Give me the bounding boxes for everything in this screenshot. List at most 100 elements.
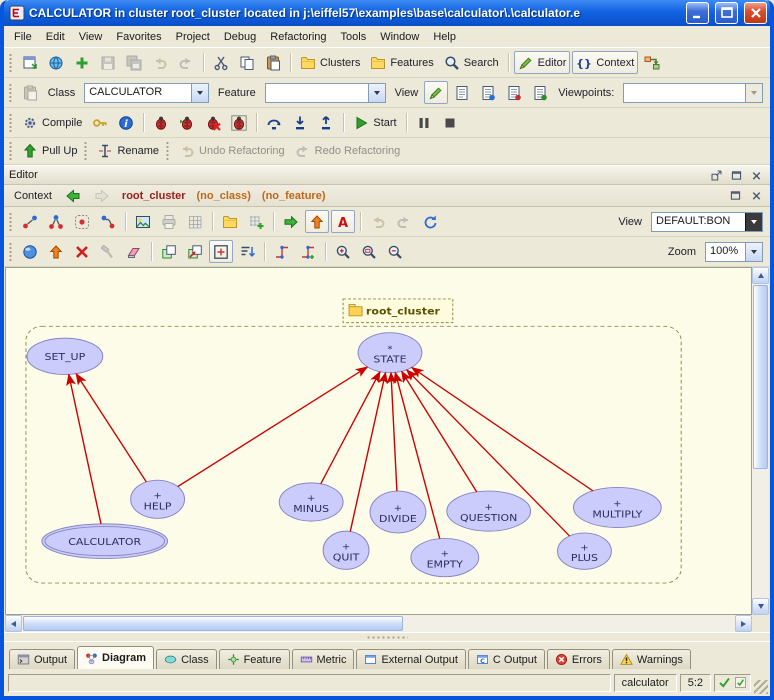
close-button[interactable] (744, 2, 767, 24)
horizontal-scroll-track[interactable] (22, 615, 735, 632)
class-node-empty[interactable]: +EMPTY (411, 538, 479, 576)
scroll-left-button[interactable] (5, 615, 22, 632)
scroll-down-button[interactable] (752, 598, 769, 615)
debug-run-button[interactable] (149, 111, 173, 134)
new-window-button[interactable] (18, 51, 42, 74)
inheritance-link-divide-to-state[interactable] (391, 373, 397, 491)
diagram-view-combo[interactable]: DEFAULT:BON (651, 212, 763, 232)
toolbar-grip[interactable] (8, 243, 13, 261)
tab-warnings[interactable]: Warnings (612, 649, 691, 669)
inheritance-link-minus-to-state[interactable] (321, 372, 380, 484)
menu-project[interactable]: Project (169, 29, 217, 45)
menu-edit[interactable]: Edit (39, 29, 72, 45)
zoom-combo-dropdown-button[interactable] (745, 243, 762, 261)
class-combo-dropdown-button[interactable] (191, 84, 208, 102)
tab-output[interactable]: Output (9, 649, 75, 669)
zoom-combo[interactable]: 100% (705, 242, 763, 262)
pause-button[interactable] (412, 111, 436, 134)
close-context-button[interactable] (747, 187, 765, 204)
class-node-quit[interactable]: +QUIT (323, 531, 369, 569)
class-node-question[interactable]: +QUESTION (447, 491, 531, 531)
tab-feature[interactable]: Feature (219, 649, 290, 669)
horizontal-scrollbar[interactable] (5, 615, 752, 632)
stop-button[interactable] (438, 111, 462, 134)
toolbar-grip[interactable] (8, 114, 13, 132)
horizontal-scroll-thumb[interactable] (23, 616, 403, 631)
tab-errors[interactable]: Errors (547, 649, 610, 669)
project-info-button[interactable]: i (114, 111, 138, 134)
tab-diagram[interactable]: Diagram (77, 646, 154, 669)
step-over-button[interactable] (262, 111, 286, 134)
new-item-button[interactable] (70, 51, 94, 74)
arrange-button[interactable] (235, 240, 259, 263)
view-clients-button[interactable] (476, 81, 500, 104)
class-node-calculator[interactable]: CALCULATOR (42, 524, 168, 559)
class-node-state[interactable]: *STATE (358, 333, 422, 373)
go-to-parent-button[interactable] (44, 240, 68, 263)
class-node-help[interactable]: +HELP (131, 480, 185, 518)
class-node-set_up[interactable]: SET_UP (27, 338, 103, 374)
tab-external-output[interactable]: External Output (356, 649, 465, 669)
maximize-button[interactable] (715, 2, 738, 24)
cut-button[interactable] (209, 51, 233, 74)
search-button[interactable]: Search (440, 51, 503, 74)
feature-combo-dropdown-button[interactable] (368, 84, 385, 102)
toolbar-grip[interactable] (8, 54, 13, 72)
zoom-in-button[interactable] (331, 240, 355, 263)
class-combo[interactable]: CALCULATOR (84, 83, 209, 103)
inheritance-link-help-to-state[interactable] (178, 367, 368, 487)
diagram-view-combo-dropdown-button[interactable] (745, 213, 762, 231)
scroll-up-button[interactable] (752, 267, 769, 284)
toggle-bend-links-button[interactable] (270, 240, 294, 263)
rename-button[interactable]: Rename (93, 140, 163, 163)
toolbar-grip[interactable] (8, 142, 13, 160)
viewpoints-combo-dropdown-button[interactable] (745, 84, 762, 102)
new-cluster-button[interactable] (218, 210, 242, 233)
vertical-scroll-track[interactable] (752, 284, 769, 598)
class-node-minus[interactable]: +MINUS (279, 483, 343, 521)
inheritance-link-question-to-state[interactable] (402, 371, 477, 492)
menu-tools[interactable]: Tools (334, 29, 374, 45)
toolbar-grip[interactable] (165, 142, 170, 160)
show-clusters-button[interactable] (157, 240, 181, 263)
new-class-button[interactable] (244, 210, 268, 233)
toolbar-grip[interactable] (8, 213, 13, 231)
client-supplier-links-button[interactable] (18, 210, 42, 233)
class-node-plus[interactable]: +PLUS (558, 533, 612, 569)
start-button[interactable]: Start (349, 111, 400, 134)
toggle-grid-button[interactable] (183, 210, 207, 233)
view-contracts-button[interactable] (502, 81, 526, 104)
refresh-layout-button[interactable] (418, 210, 442, 233)
menu-window[interactable]: Window (373, 29, 426, 45)
title-bar[interactable]: CALCULATOR in cluster root_cluster locat… (4, 0, 770, 26)
delete-button[interactable] (70, 240, 94, 263)
debug-attach-button[interactable] (175, 111, 199, 134)
text-tool-button[interactable]: A (331, 210, 355, 233)
menu-file[interactable]: File (7, 29, 39, 45)
center-diagram-button[interactable] (18, 240, 42, 263)
inheritance-links-button[interactable] (44, 210, 68, 233)
debug-stop-button[interactable] (201, 111, 225, 134)
copy-button[interactable] (235, 51, 259, 74)
feature-combo[interactable] (265, 83, 386, 103)
panel-splitter[interactable] (4, 632, 770, 641)
menu-refactoring[interactable]: Refactoring (263, 29, 333, 45)
agent-links-button[interactable] (96, 210, 120, 233)
minimize-button[interactable] (686, 2, 709, 24)
inheritance-link-calculator-to-set_up[interactable] (69, 374, 101, 523)
diagram-canvas[interactable]: root_clusterSET_UP*STATE+HELPCALCULATOR+… (5, 267, 752, 615)
context-toggle[interactable]: {}Context (572, 51, 638, 74)
dock-panel-button[interactable] (707, 167, 725, 184)
bon-class-diagram[interactable]: root_clusterSET_UP*STATE+HELPCALCULATOR+… (6, 268, 751, 614)
window-resize-grip[interactable] (754, 680, 768, 694)
context-crumb-1[interactable]: (no_class) (197, 190, 251, 202)
viewpoints-combo[interactable] (623, 83, 763, 103)
close-panel-button[interactable] (747, 167, 765, 184)
move-to-cluster-button[interactable] (183, 240, 207, 263)
step-out-button[interactable] (314, 111, 338, 134)
features-button[interactable]: Features (366, 51, 437, 74)
tab-c-output[interactable]: CC Output (468, 649, 545, 669)
context-crumb-0[interactable]: root_cluster (122, 190, 186, 202)
inheritance-link-multiply-to-state[interactable] (412, 367, 593, 490)
tab-class[interactable]: Class (156, 649, 217, 669)
